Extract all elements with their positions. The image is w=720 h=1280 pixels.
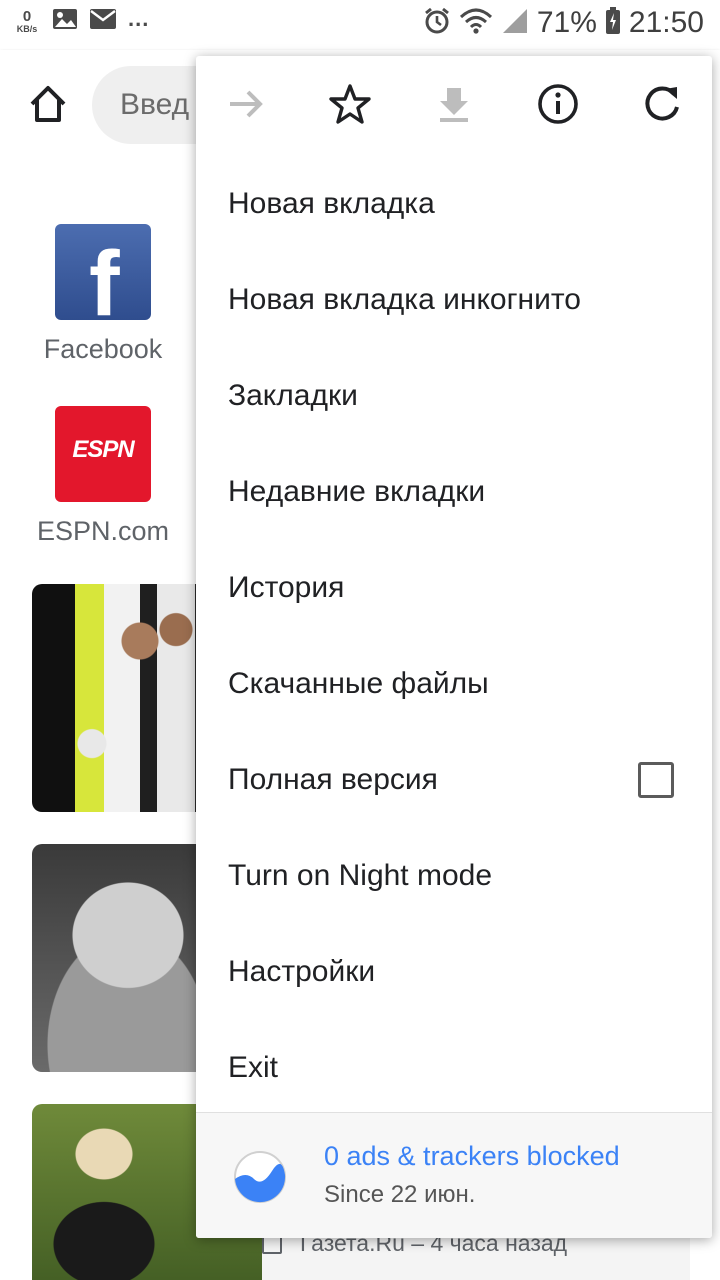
speed-dial-label: Facebook xyxy=(43,334,163,364)
menu-item-label: Turn on Night mode xyxy=(228,859,493,892)
menu-item-new-tab[interactable]: Новая вкладка xyxy=(196,156,712,252)
menu-item-desktop-site[interactable]: Полная версия xyxy=(196,732,712,828)
menu-item-label: Настройки xyxy=(228,955,376,988)
home-icon xyxy=(26,86,70,130)
network-speed-value: 0 xyxy=(22,7,32,25)
status-bar: 0 KB/s ... 71% 21:50 xyxy=(0,0,720,50)
menu-item-label: Новая вкладка инкогнито xyxy=(228,283,581,316)
menu-item-label: История xyxy=(228,571,345,604)
bookmark-button[interactable] xyxy=(324,80,376,132)
reload-button[interactable] xyxy=(636,80,688,132)
network-speed: 0 KB/s xyxy=(14,9,40,35)
wifi-icon xyxy=(459,7,493,40)
menu-item-bookmarks[interactable]: Закладки xyxy=(196,348,712,444)
menu-item-label: Недавние вкладки xyxy=(228,475,486,508)
network-speed-unit: KB/s xyxy=(16,23,38,34)
page-info-button[interactable] xyxy=(532,80,584,132)
image-icon xyxy=(52,8,78,35)
download-button[interactable] xyxy=(428,80,480,132)
menu-item-exit[interactable]: Exit xyxy=(196,1020,712,1116)
battery-percent: 71% xyxy=(536,6,597,39)
forward-button[interactable] xyxy=(220,80,272,132)
facebook-icon: f xyxy=(55,224,151,320)
desktop-site-checkbox[interactable] xyxy=(638,762,674,798)
menu-item-label: Скачанные файлы xyxy=(228,667,489,700)
signal-icon xyxy=(501,7,529,40)
battery-icon xyxy=(605,6,621,40)
ads-blocked-count: 0 ads & trackers blocked xyxy=(324,1141,620,1171)
overflow-menu: Новая вкладка Новая вкладка инкогнито За… xyxy=(196,56,712,1238)
menu-item-downloads[interactable]: Скачанные файлы xyxy=(196,636,712,732)
espn-logo-text: ESPN xyxy=(72,436,134,463)
menu-item-recent-tabs[interactable]: Недавние вкладки xyxy=(196,444,712,540)
alarm-icon xyxy=(423,7,451,40)
espn-icon: ESPN xyxy=(55,406,151,502)
speed-dial-tile-espn[interactable]: ESPN ESPN.com xyxy=(28,406,178,547)
download-icon xyxy=(434,84,474,129)
ads-blocked-since: Since 22 июн. xyxy=(324,1181,476,1208)
status-bar-left: 0 KB/s ... xyxy=(14,5,150,35)
info-icon xyxy=(537,83,579,130)
ad-blocker-icon xyxy=(232,1149,288,1205)
speed-dial-label: ESPN.com xyxy=(36,516,170,546)
menu-icon-row xyxy=(196,56,712,156)
menu-item-label: Новая вкладка xyxy=(228,187,435,220)
home-button[interactable] xyxy=(26,82,70,126)
menu-list: Новая вкладка Новая вкладка инкогнито За… xyxy=(196,156,712,1116)
status-bar-right: 71% 21:50 xyxy=(423,6,704,40)
menu-item-settings[interactable]: Настройки xyxy=(196,924,712,1020)
status-time: 21:50 xyxy=(628,6,704,39)
menu-item-label: Exit xyxy=(228,1051,279,1084)
facebook-logo-letter: f xyxy=(89,233,120,320)
more-notifications-indicator: ... xyxy=(128,5,150,31)
mail-icon xyxy=(90,9,116,34)
menu-item-history[interactable]: История xyxy=(196,540,712,636)
menu-item-label: Закладки xyxy=(228,379,358,412)
forward-icon xyxy=(226,84,266,129)
star-icon xyxy=(329,83,371,130)
menu-item-night-mode[interactable]: Turn on Night mode xyxy=(196,828,712,924)
menu-item-new-incognito-tab[interactable]: Новая вкладка инкогнито xyxy=(196,252,712,348)
reload-icon xyxy=(641,83,683,130)
ads-blocked-footer[interactable]: 0 ads & trackers blocked Since 22 июн. xyxy=(196,1112,712,1238)
speed-dial-tile-facebook[interactable]: f Facebook xyxy=(28,224,178,365)
menu-item-label: Полная версия xyxy=(228,763,438,796)
